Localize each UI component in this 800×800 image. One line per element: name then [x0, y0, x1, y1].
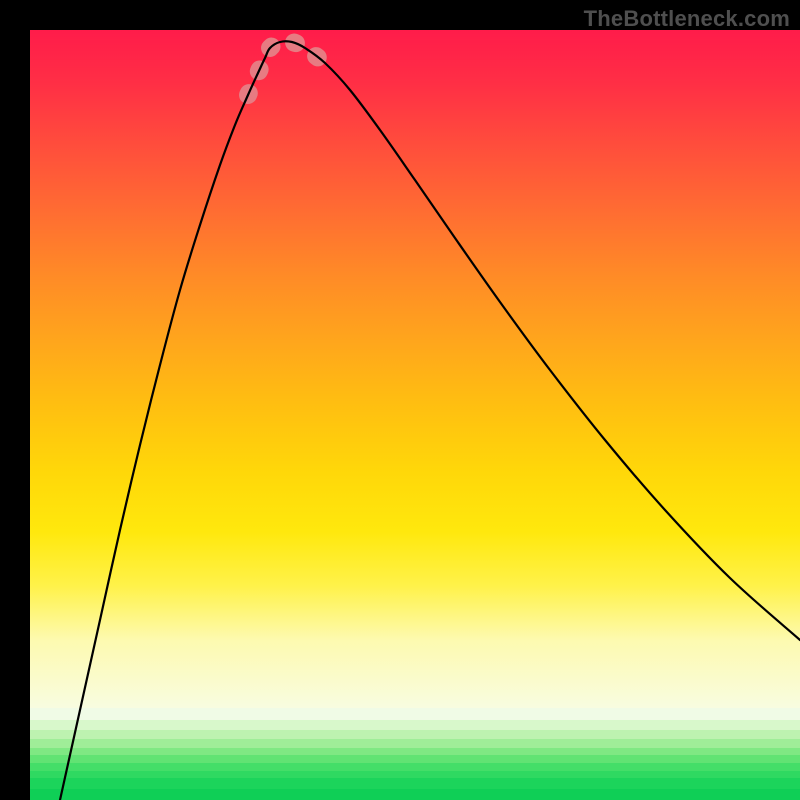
plot-area	[30, 30, 800, 800]
watermark-text: TheBottleneck.com	[584, 6, 790, 32]
bottleneck-curve	[60, 41, 800, 800]
chart-stage: TheBottleneck.com	[0, 0, 800, 800]
curve-layer	[30, 30, 800, 800]
